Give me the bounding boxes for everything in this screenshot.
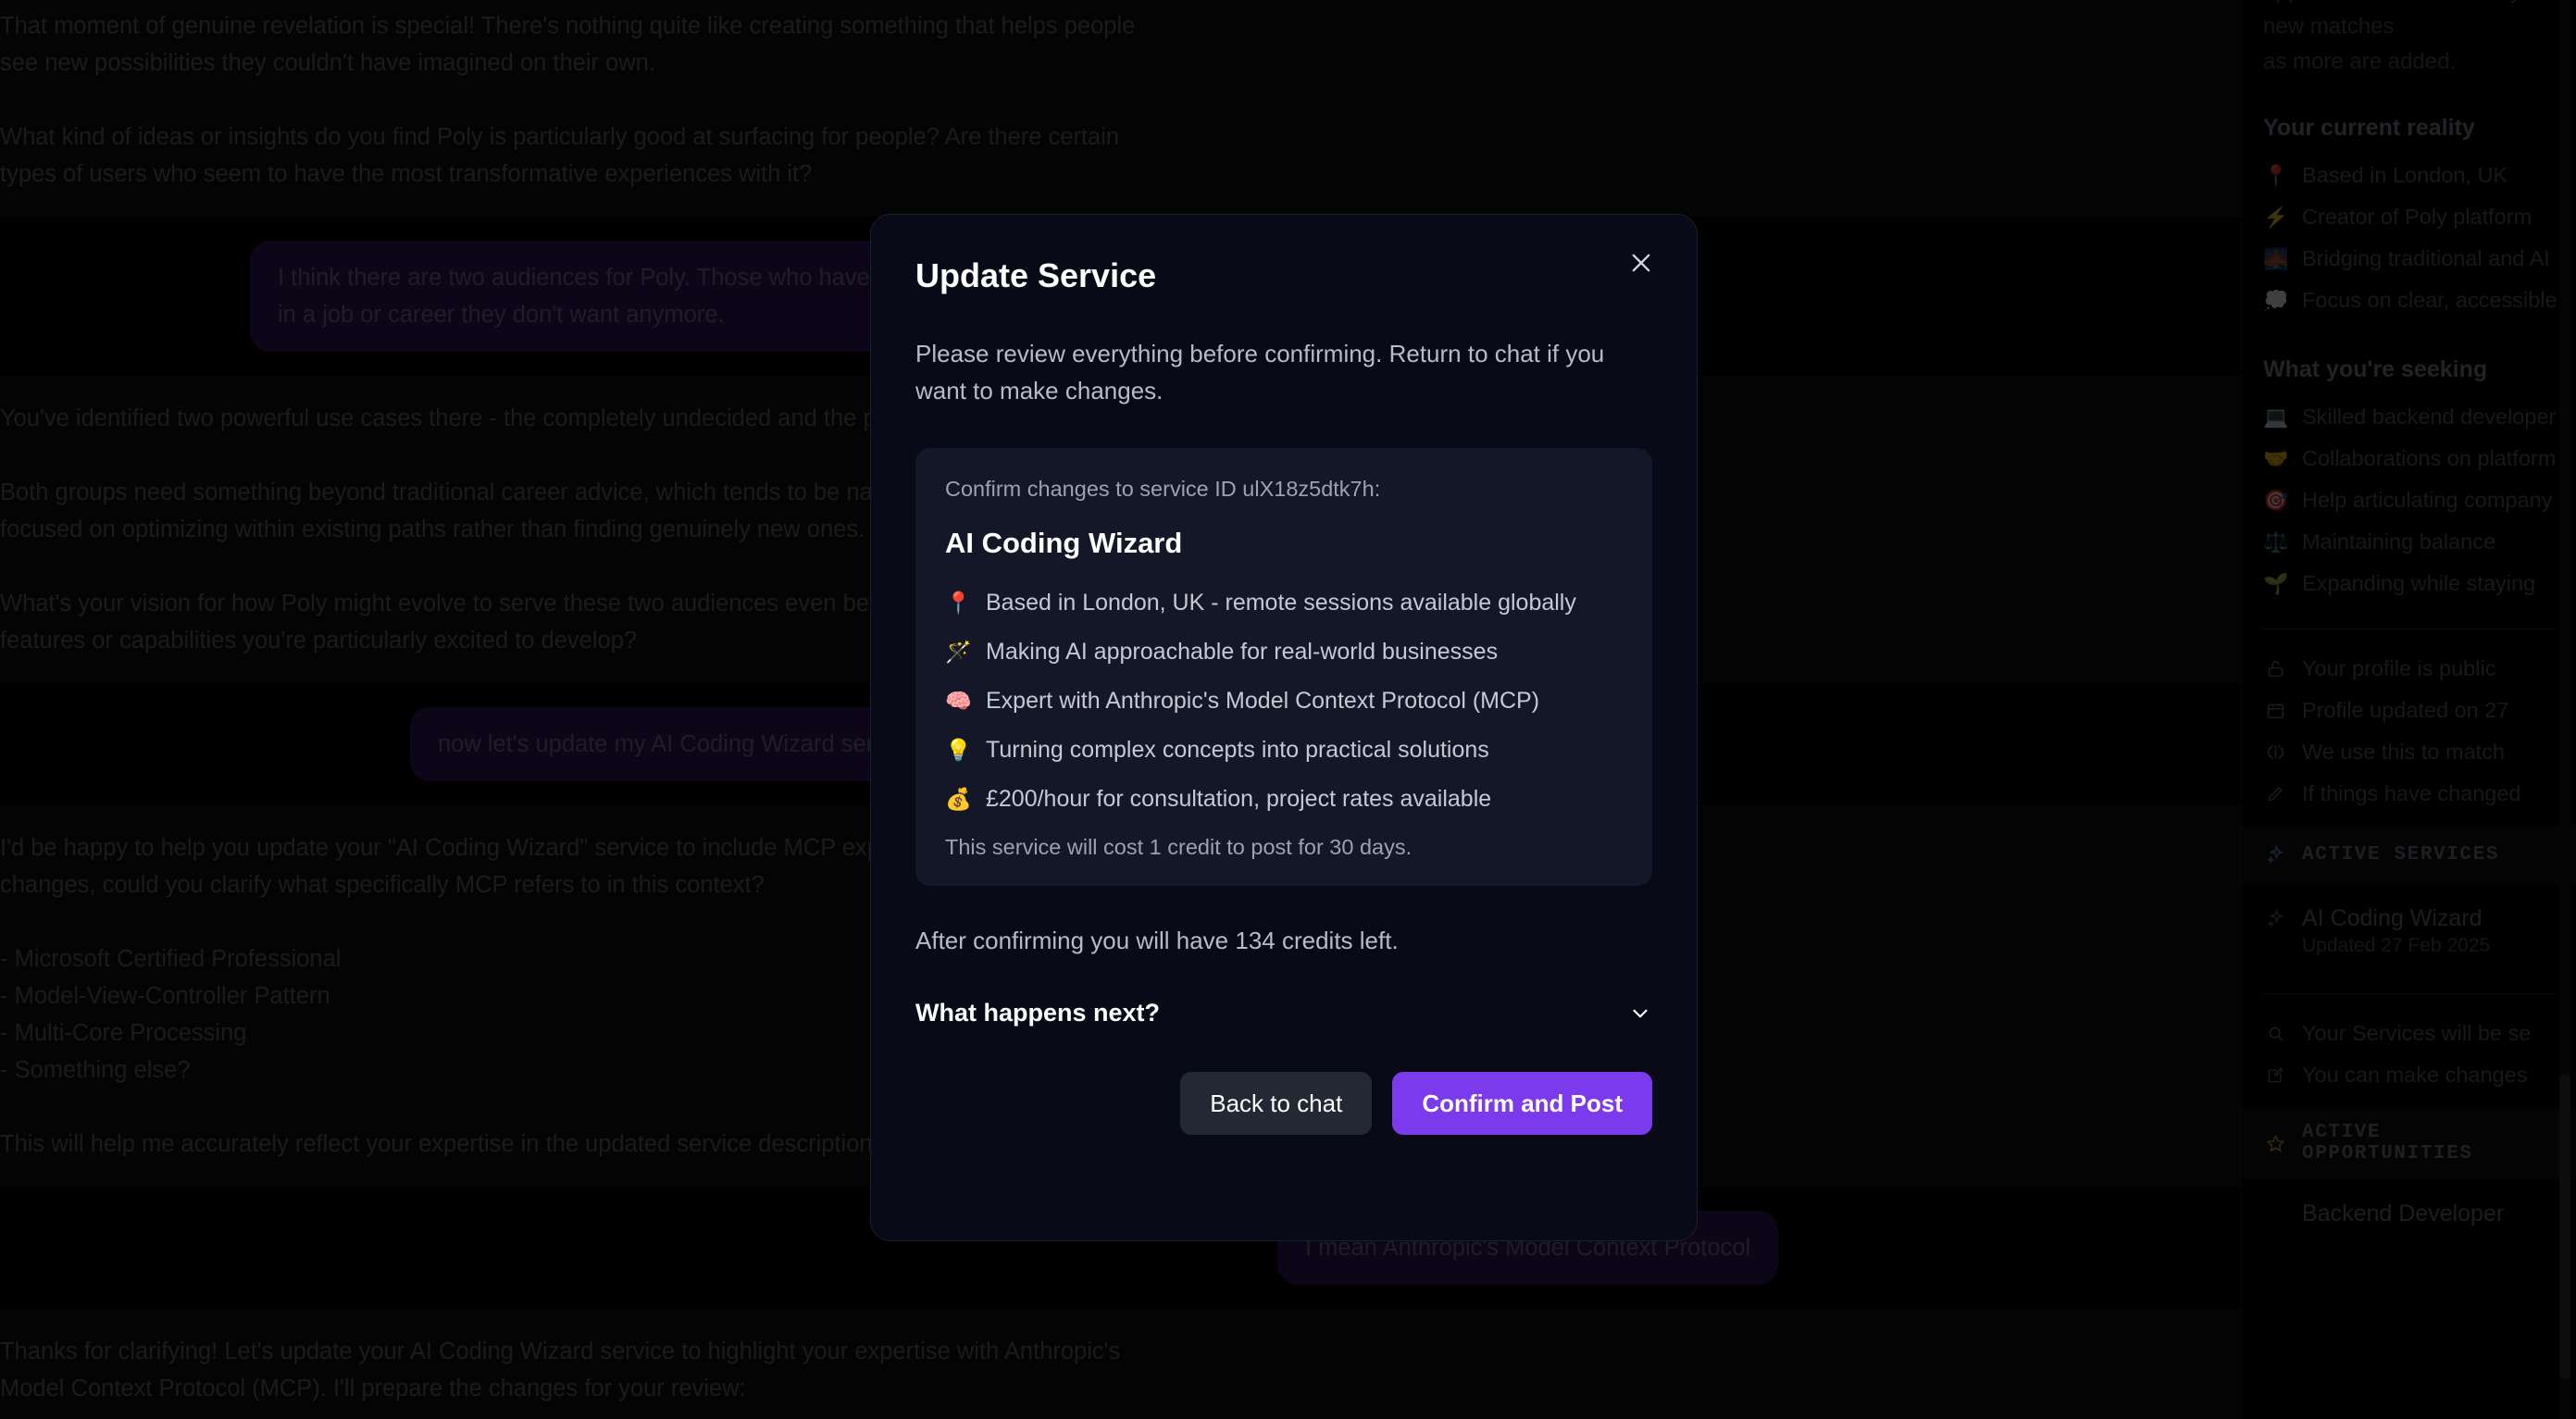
list-item-label: £200/hour for consultation, project rate…	[986, 786, 1492, 812]
modal-subtitle: Please review everything before confirmi…	[915, 340, 1605, 405]
list-item-label: Turning complex concepts into practical …	[986, 737, 1489, 763]
list-item-label: Based in London, UK - remote sessions av…	[986, 590, 1576, 616]
lightbulb-icon: 💡	[945, 738, 972, 762]
page-title: Update Service	[915, 256, 1157, 294]
service-id-line: Confirm changes to service ID ulX18z5dtk…	[945, 477, 1381, 501]
list-item: 📍 Based in London, UK - remote sessions …	[945, 585, 1623, 621]
list-item: 💡 Turning complex concepts into practica…	[945, 732, 1623, 768]
app-root: That moment of genuine revelation is spe…	[0, 0, 2576, 1419]
back-to-chat-button[interactable]: Back to chat	[1180, 1072, 1373, 1135]
list-item: 🪄 Making AI approachable for real-world …	[945, 634, 1623, 670]
list-item: 🧠 Expert with Anthropic's Model Context …	[945, 683, 1623, 719]
service-bullet-list: 📍 Based in London, UK - remote sessions …	[945, 585, 1623, 817]
close-icon[interactable]	[1621, 243, 1661, 283]
list-item: 💰 £200/hour for consultation, project ra…	[945, 781, 1623, 817]
modal-action-bar: Back to chat Confirm and Post	[915, 1072, 1652, 1135]
confirm-and-post-button[interactable]: Confirm and Post	[1392, 1072, 1652, 1135]
money-bag-icon: 💰	[945, 787, 972, 811]
magic-wand-icon: 🪄	[945, 640, 972, 664]
brain-icon: 🧠	[945, 689, 972, 713]
accordion-label: What happens next?	[915, 999, 1161, 1027]
update-service-modal: Update Service Please review everything …	[870, 214, 1698, 1241]
service-name: AI Coding Wizard	[945, 527, 1183, 559]
list-item-label: Expert with Anthropic's Model Context Pr…	[986, 688, 1540, 714]
cost-note: This service will cost 1 credit to post …	[945, 835, 1412, 859]
review-card: Confirm changes to service ID ulX18z5dtk…	[915, 448, 1652, 886]
what-happens-next-accordion[interactable]: What happens next?	[915, 999, 1652, 1027]
chevron-down-icon[interactable]	[1628, 1002, 1652, 1026]
list-item-label: Making AI approachable for real-world bu…	[986, 639, 1499, 665]
pin-icon: 📍	[945, 591, 972, 615]
credits-remaining-text: After confirming you will have 134 credi…	[915, 927, 1399, 954]
